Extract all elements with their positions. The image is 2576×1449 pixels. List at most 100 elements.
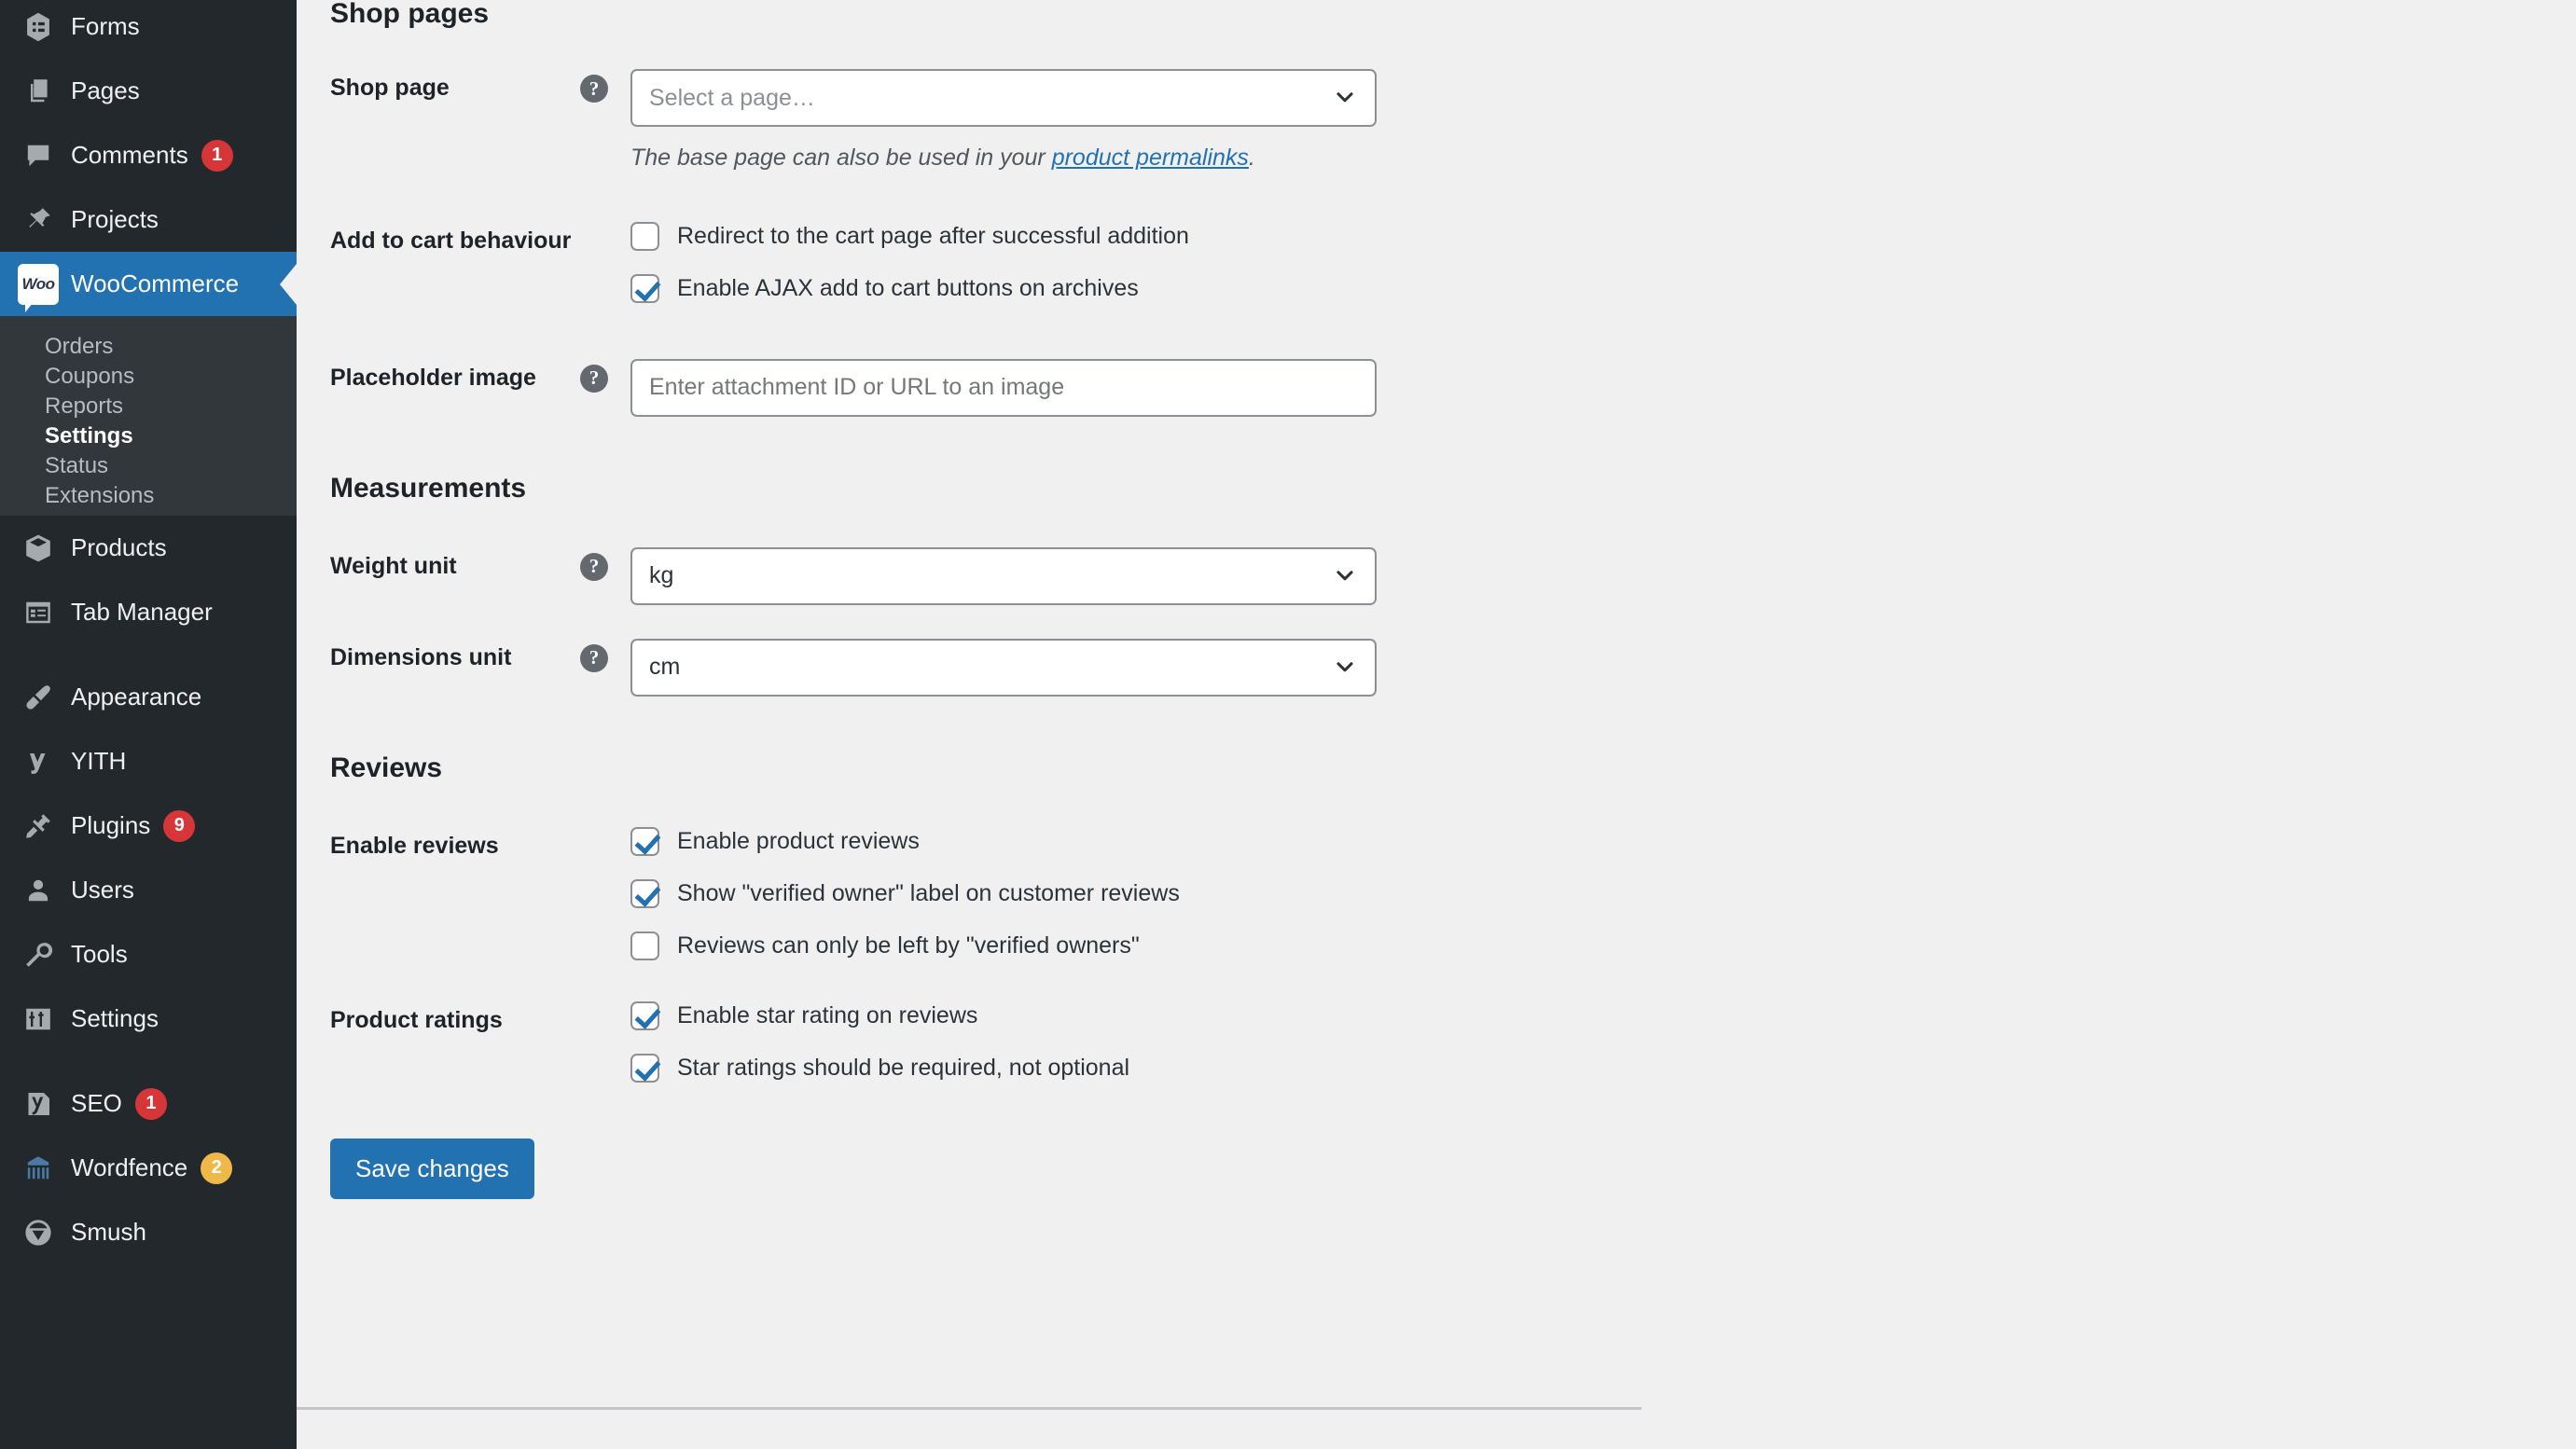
help-icon-dimensions-unit[interactable]: ? bbox=[580, 643, 608, 672]
sidebar-item-label: YITH bbox=[71, 747, 127, 775]
wordfence-badge: 2 bbox=[201, 1152, 233, 1184]
help-icon-weight-unit[interactable]: ? bbox=[580, 552, 608, 581]
smush-icon bbox=[13, 1208, 63, 1258]
sidebar-item-projects[interactable]: Projects bbox=[0, 187, 297, 252]
checkbox-row-verified-owner-label[interactable]: Show "verified owner" label on customer … bbox=[630, 878, 1641, 908]
row-shop-page: Shop page ? Select a page… The base page… bbox=[297, 69, 1641, 173]
sidebar-item-products[interactable]: Products bbox=[0, 516, 297, 580]
help-icon-placeholder-image[interactable]: ? bbox=[580, 364, 608, 393]
save-changes-button[interactable]: Save changes bbox=[330, 1138, 534, 1199]
sidebar-item-label: WooCommerce bbox=[71, 269, 240, 297]
checkbox-star-rating-required[interactable] bbox=[630, 1053, 659, 1083]
wordfence-icon bbox=[13, 1143, 63, 1194]
checkbox-ajax-add-to-cart[interactable] bbox=[630, 273, 659, 303]
checkbox-redirect-cart[interactable] bbox=[630, 221, 659, 251]
form-actions: Save changes bbox=[297, 1138, 1641, 1199]
checkbox-row-enable-product-reviews[interactable]: Enable product reviews bbox=[630, 826, 1641, 856]
label-enable-reviews: Enable reviews bbox=[330, 832, 499, 859]
sidebar-item-tab-manager[interactable]: Tab Manager bbox=[0, 580, 297, 644]
checkbox-row-star-rating-required[interactable]: Star ratings should be required, not opt… bbox=[630, 1053, 1641, 1083]
chevron-down-icon bbox=[1332, 85, 1358, 111]
checkbox-row-redirect-cart[interactable]: Redirect to the cart page after successf… bbox=[630, 221, 1641, 251]
sidebar-item-label: Settings bbox=[71, 1004, 159, 1032]
sidebar-item-tools[interactable]: Tools bbox=[0, 922, 297, 987]
label-weight-unit: Weight unit bbox=[330, 552, 457, 579]
checkbox-enable-star-rating[interactable] bbox=[630, 1000, 659, 1030]
shop-page-description: The base page can also be used in your p… bbox=[630, 143, 1641, 173]
sidebar-item-wordfence[interactable]: Wordfence 2 bbox=[0, 1136, 297, 1200]
admin-sidebar: Media Forms Pages Comments 1 Proje bbox=[0, 0, 297, 1449]
sidebar-item-label: Forms bbox=[71, 12, 140, 40]
label-shop-page: Shop page bbox=[330, 75, 450, 101]
appearance-brush-icon bbox=[13, 672, 63, 723]
sidebar-item-label: Users bbox=[71, 876, 134, 904]
dimensions-unit-value: cm bbox=[649, 654, 681, 680]
sidebar-divider bbox=[0, 644, 297, 665]
sidebar-item-label: Products bbox=[71, 533, 167, 561]
desc-text-before: The base page can also be used in your bbox=[630, 145, 1052, 171]
sidebar-item-plugins[interactable]: Plugins 9 bbox=[0, 794, 297, 858]
sidebar-item-label: Plugins bbox=[71, 811, 151, 839]
sidebar-item-woocommerce[interactable]: Woo WooCommerce bbox=[0, 252, 297, 316]
seo-badge: 1 bbox=[134, 1087, 167, 1120]
checkbox-row-ajax-add-to-cart[interactable]: Enable AJAX add to cart buttons on archi… bbox=[630, 273, 1641, 303]
section-heading-shop-pages: Shop pages bbox=[330, 0, 490, 29]
yoast-seo-icon bbox=[13, 1079, 63, 1129]
sidebar-item-label: SEO bbox=[71, 1089, 122, 1117]
sidebar-item-label: Smush bbox=[71, 1218, 146, 1246]
sidebar-item-smush[interactable]: Smush bbox=[0, 1200, 297, 1264]
checkbox-verified-owner-label[interactable] bbox=[630, 878, 659, 908]
weight-unit-select[interactable]: kg bbox=[630, 546, 1377, 605]
sidebar-item-appearance[interactable]: Appearance bbox=[0, 665, 297, 729]
desc-text-after: . bbox=[1248, 145, 1255, 171]
sidebar-item-label: Wordfence bbox=[71, 1153, 188, 1181]
row-weight-unit: Weight unit ? kg bbox=[297, 546, 1641, 605]
sidebar-item-settings[interactable]: Settings bbox=[0, 987, 297, 1051]
checkbox-row-enable-star-rating[interactable]: Enable star rating on reviews bbox=[630, 1000, 1641, 1030]
sidebar-item-label: Projects bbox=[71, 205, 159, 233]
submenu-item-orders[interactable]: Orders bbox=[0, 324, 297, 359]
product-permalinks-link[interactable]: product permalinks bbox=[1052, 145, 1249, 171]
plugins-badge: 9 bbox=[163, 809, 196, 842]
tools-wrench-icon bbox=[13, 930, 63, 980]
main-content: Shop pages Shop page ? Select a page… Th… bbox=[297, 0, 2576, 1449]
checkbox-label: Enable star rating on reviews bbox=[677, 1001, 978, 1028]
forms-icon bbox=[13, 2, 63, 52]
checkbox-label: Show "verified owner" label on customer … bbox=[677, 879, 1180, 906]
row-add-to-cart: Add to cart behaviour Redirect to the ca… bbox=[297, 221, 1641, 303]
checkbox-label: Redirect to the cart page after successf… bbox=[677, 222, 1189, 249]
pages-icon bbox=[13, 66, 63, 117]
sidebar-item-comments[interactable]: Comments 1 bbox=[0, 123, 297, 187]
dimensions-unit-select[interactable]: cm bbox=[630, 638, 1377, 697]
label-placeholder-image: Placeholder image bbox=[330, 364, 536, 391]
checkbox-verified-owners-only[interactable] bbox=[630, 931, 659, 960]
sidebar-item-forms[interactable]: Forms bbox=[0, 0, 297, 59]
settings-form: Shop pages Shop page ? Select a page… Th… bbox=[297, 0, 1641, 1410]
checkbox-enable-product-reviews[interactable] bbox=[630, 826, 659, 856]
section-heading-measurements: Measurements bbox=[330, 472, 527, 504]
sidebar-item-seo[interactable]: SEO 1 bbox=[0, 1071, 297, 1136]
placeholder-image-input[interactable] bbox=[630, 358, 1377, 417]
label-product-ratings: Product ratings bbox=[330, 1006, 503, 1033]
products-box-icon bbox=[13, 523, 63, 573]
sidebar-item-label: Appearance bbox=[71, 683, 202, 711]
shop-page-select[interactable]: Select a page… bbox=[630, 69, 1377, 127]
chevron-down-icon bbox=[1332, 563, 1358, 589]
checkbox-row-verified-owners-only[interactable]: Reviews can only be left by "verified ow… bbox=[630, 931, 1641, 960]
woocommerce-icon: Woo bbox=[13, 259, 63, 312]
sidebar-item-pages[interactable]: Pages bbox=[0, 59, 297, 123]
sidebar-item-label: Tools bbox=[71, 940, 128, 968]
label-add-to-cart: Add to cart behaviour bbox=[330, 227, 572, 254]
help-icon-shop-page[interactable]: ? bbox=[580, 75, 608, 103]
checkbox-label: Star ratings should be required, not opt… bbox=[677, 1054, 1130, 1081]
sidebar-item-label: Pages bbox=[71, 76, 140, 104]
users-icon bbox=[13, 865, 63, 916]
sidebar-item-users[interactable]: Users bbox=[0, 858, 297, 922]
checkbox-label: Enable AJAX add to cart buttons on archi… bbox=[677, 274, 1139, 301]
comments-icon bbox=[13, 131, 63, 181]
sidebar-divider-2 bbox=[0, 1051, 297, 1071]
admin-screen: Media Forms Pages Comments 1 Proje bbox=[0, 0, 2576, 1449]
shop-page-select-value: Select a page… bbox=[649, 84, 815, 111]
row-product-ratings: Product ratings Enable star rating on re… bbox=[297, 1000, 1641, 1083]
sidebar-item-yith[interactable]: YITH bbox=[0, 729, 297, 794]
